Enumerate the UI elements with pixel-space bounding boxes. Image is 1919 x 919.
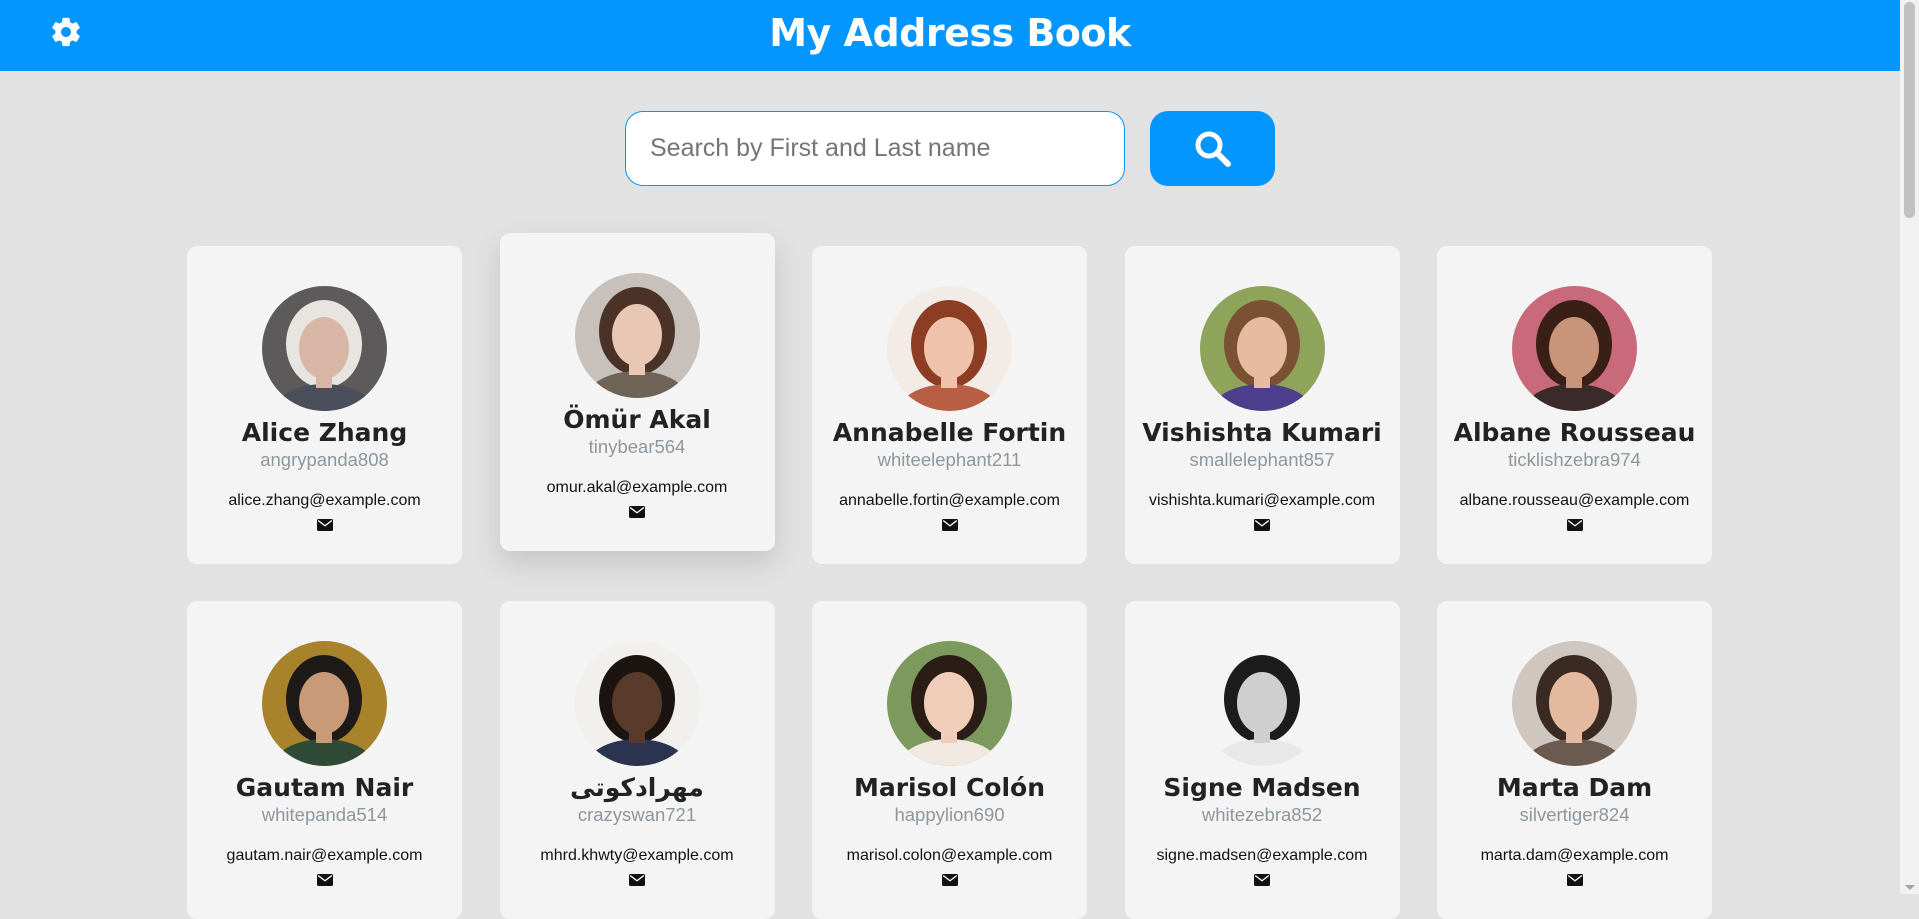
contact-card[interactable]: Ömür Akal tinybear564 omur.akal@example.co… <box>499 233 775 551</box>
avatar <box>262 286 387 411</box>
contact-card[interactable]: Marisol Colón happylion690 marisol.colon@e… <box>812 601 1087 919</box>
scrollbar-thumb[interactable] <box>1904 2 1915 218</box>
contact-name: مهرادکوتی <box>570 773 704 802</box>
page-title: My Address Book <box>769 11 1131 55</box>
contact-name: Annabelle Fortin <box>832 418 1067 447</box>
contact-email: mhrd.khwty@example.com <box>540 847 734 864</box>
app-header: My Address Book <box>0 0 1900 71</box>
contact-username: whitezebra852 <box>1201 804 1323 825</box>
contact-username: crazyswan721 <box>577 804 697 825</box>
contact-name: Marta Dam <box>1496 773 1653 802</box>
mail-icon[interactable] <box>629 506 645 518</box>
mail-icon[interactable] <box>1254 874 1270 886</box>
contact-username: whitepanda514 <box>261 804 388 825</box>
search-icon <box>1195 131 1231 167</box>
scrollbar[interactable] <box>1900 0 1919 894</box>
contact-username: happylion690 <box>894 804 1005 825</box>
mail-icon[interactable] <box>941 874 958 886</box>
mail-icon[interactable] <box>1566 519 1583 531</box>
contact-username: whiteelephant211 <box>877 449 1022 470</box>
contact-username: angrypanda808 <box>260 449 389 470</box>
contact-email: albane.rousseau@example.com <box>1459 492 1690 509</box>
contact-email: gautam.nair@example.com <box>226 847 423 864</box>
contact-name: Signe Madsen <box>1163 773 1361 802</box>
contact-email: alice.zhang@example.com <box>228 492 421 509</box>
contact-card[interactable]: Albane Rousseau ticklishzebra974 albane.ro… <box>1437 246 1712 564</box>
contact-email: signe.madsen@example.com <box>1156 847 1368 864</box>
avatar <box>1199 641 1325 766</box>
contact-username: tinybear564 <box>588 436 686 457</box>
contact-email: marta.dam@example.com <box>1480 847 1669 864</box>
search-button[interactable] <box>1150 111 1275 186</box>
avatar <box>1512 641 1637 766</box>
mail-icon[interactable] <box>629 874 645 886</box>
contact-card[interactable]: Vishishta Kumari smallelephant857 vishisht… <box>1124 246 1400 564</box>
contact-name: Vishishta Kumari <box>1142 418 1382 447</box>
avatar <box>262 641 387 766</box>
contact-card[interactable]: Annabelle Fortin whiteelephant211 annabell… <box>812 246 1087 564</box>
mail-icon[interactable] <box>316 874 333 886</box>
contact-card[interactable]: Marta Dam silvertiger824 marta.dam@example… <box>1437 601 1712 919</box>
contact-card[interactable]: Gautam Nair whitepanda514 gautam.nair@exam… <box>187 601 462 919</box>
contact-name: Gautam Nair <box>235 773 414 802</box>
contact-name: Marisol Colón <box>853 773 1046 802</box>
contact-grid: Alice Zhang angrypanda808 alice.zhang@exam… <box>187 233 1712 919</box>
contact-email: omur.akal@example.com <box>546 479 728 496</box>
contact-email: vishishta.kumari@example.com <box>1148 492 1376 509</box>
contact-username: smallelephant857 <box>1189 449 1335 470</box>
mail-icon[interactable] <box>1566 874 1583 886</box>
contact-card[interactable]: Signe Madsen whitezebra852 signe.madsen@ex… <box>1124 601 1400 919</box>
scroll-down-arrow[interactable] <box>1905 885 1915 890</box>
avatar <box>574 641 700 766</box>
avatar <box>574 273 700 398</box>
contact-name: Albane Rousseau <box>1453 418 1696 447</box>
search-input[interactable] <box>625 111 1125 186</box>
avatar <box>887 641 1012 766</box>
contact-name: Ömür Akal <box>563 405 711 434</box>
contact-email: marisol.colon@example.com <box>846 847 1053 864</box>
contact-card[interactable]: Alice Zhang angrypanda808 alice.zhang@exam… <box>187 246 462 564</box>
avatar <box>1512 286 1637 411</box>
contact-username: silvertiger824 <box>1519 804 1630 825</box>
avatar <box>1199 286 1325 411</box>
mail-icon[interactable] <box>1254 519 1270 531</box>
contact-name: Alice Zhang <box>241 418 408 447</box>
mail-icon[interactable] <box>941 519 958 531</box>
contact-email: annabelle.fortin@example.com <box>839 492 1060 509</box>
mail-icon[interactable] <box>316 519 333 531</box>
avatar <box>887 286 1012 411</box>
contact-username: ticklishzebra974 <box>1508 449 1641 470</box>
contact-card[interactable]: مهرادکوتی crazyswan721 mhrd.khwty@example.… <box>499 601 775 919</box>
